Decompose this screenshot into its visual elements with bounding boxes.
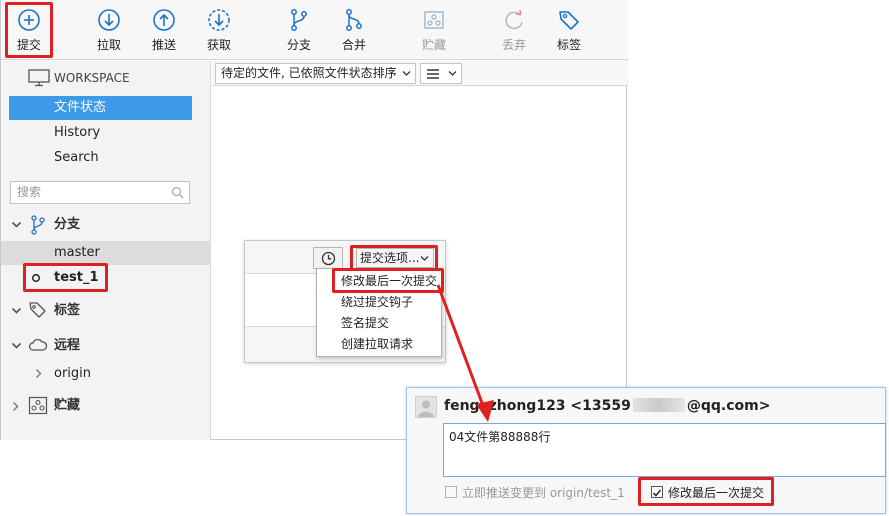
annotation-arrow (436, 284, 494, 422)
